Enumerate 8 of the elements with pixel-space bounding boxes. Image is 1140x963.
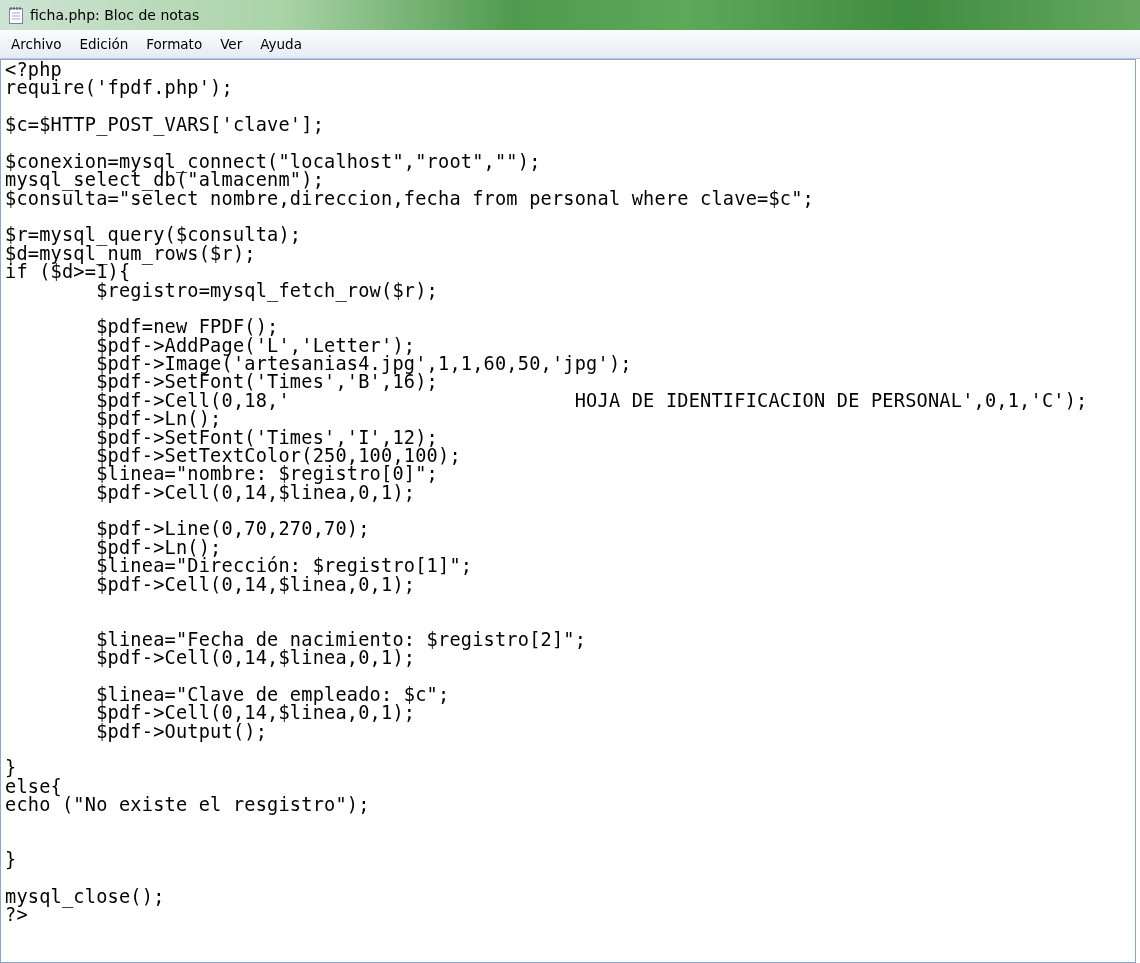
menu-item[interactable]: Ayuda — [251, 36, 311, 52]
code-text: <?php require('fpdf.php'); $c=$HTTP_POST_VARS['clave']; $conexion=mysql_connect("localhost","root",""); mysql_select_db("almacenm"); $consulta="select nombre,direccion,fecha from personal where clave=$c"; $r=mysql_query($consulta); $d=mysql_num_rows($r); if ($d>=1){ $registro=mysql_fetch_row($r); $pdf=new FPDF(); $pdf->AddPage('L','Letter'); $pdf->Image('artesanias4.jpg',1,1,60,50,'jpg'); $pdf->SetFont('Times','B',16); $pdf->Cell(0,18,' HOJA DE IDENTIFICACION DE PERSONAL',0,1,'C'); $pdf->Ln(); $pdf->SetFont('Times','I',12); $pdf->SetTextColor(250,100,100); $linea="nombre: $registro[0]"; $pdf->Cell(0,14,$linea,0,1); $pdf->Line(0,70,270,70); $pdf->Ln(); $linea="Dirección: $registro[1]"; $pdf->Cell(0,14,$linea,0,1); $linea="Fecha de nacimiento: $registro[2]"; $pdf->Cell(0,14,$linea,0,1); $linea="Clave de empleado: $c"; $pdf->Cell(0,14,$linea,0,1); $pdf->Output(); } else{ echo ("No existe el resgistro"); } mysql_close(); ?> — [4, 60, 1089, 926]
menu-item[interactable]: Archivo — [2, 36, 71, 52]
menu-item[interactable]: Formato — [137, 36, 212, 52]
menu-item[interactable]: Ver — [211, 36, 252, 52]
notepad-icon — [8, 6, 24, 24]
window-title: ficha.php: Bloc de notas — [30, 7, 200, 23]
menu-item[interactable]: Edición — [70, 36, 138, 52]
